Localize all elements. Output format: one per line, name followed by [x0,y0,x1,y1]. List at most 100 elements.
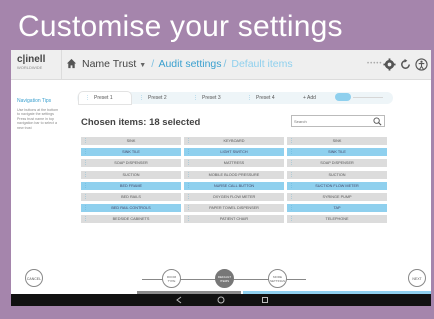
item-cell[interactable]: ⋮ LIGHT SWITCH [184,148,284,157]
refresh-icon[interactable] [399,58,412,71]
drag-handle-icon[interactable]: ⋮ [83,193,88,201]
item-label: SINK TILE [328,150,346,155]
item-label: PATIENT CHAIR [219,217,249,222]
recent-apps-icon[interactable] [261,296,269,304]
drag-handle-icon[interactable]: ⋮ [83,137,88,145]
item-cell[interactable]: ⋮ TAP [287,204,387,213]
drag-handle-icon[interactable]: ⋮ [85,95,90,101]
item-cell[interactable]: ⋮ SYRINGE PUMP [287,193,387,201]
item-cell[interactable]: ⋮ PAPER TOWEL DISPENSER [184,204,284,213]
item-cell[interactable]: ⋮ BED RAIL CONTROLS [81,204,181,213]
item-label: SYRINGE PUMP [322,195,352,199]
home-icon[interactable] [66,58,77,69]
item-cell[interactable]: ⋮ MATTRESS [184,159,284,168]
trust-selector[interactable]: Name Trust [82,58,136,70]
drag-handle-icon[interactable]: ⋮ [247,95,252,101]
item-cell[interactable]: ⋮ BED RAILS [81,193,181,201]
item-label: SINK [332,139,342,143]
tab-preset-3[interactable]: ⋮ Preset 3 [187,92,239,104]
item-label: OXYGEN FLOW METER [212,195,256,199]
item-cell[interactable]: ⋮ KEYBOARD [184,137,284,145]
item-label: SUCTION [328,172,346,177]
drag-handle-icon[interactable]: ⋮ [186,148,191,156]
search-input[interactable] [294,117,372,126]
drag-handle-icon[interactable]: ⋮ [289,204,294,212]
item-cell[interactable]: ⋮ SOAP DISPENSER [287,159,387,168]
next-button[interactable]: NEXT [408,269,426,287]
item-cell[interactable]: ⋮ SUCTION FLOW METER [287,181,387,190]
item-cell[interactable]: ⋮ BED FRAME [81,181,181,190]
item-cell[interactable]: ⋮ SINK TILE [287,148,387,157]
logo: c|inell WORLDWIDE [17,54,55,76]
item-cell[interactable]: ⋮ TELEPHONE [287,215,387,224]
navigation-tips-heading: Navigation Tips [17,98,52,104]
step-more-settings[interactable]: MORE SETTINGS [268,269,287,288]
drag-handle-icon[interactable]: ⋮ [139,95,144,101]
drag-handle-icon[interactable]: ⋮ [193,95,198,101]
drag-handle-icon[interactable]: ⋮ [186,182,191,190]
item-cell[interactable]: ⋮ SINK [287,137,387,145]
back-icon[interactable] [175,296,183,304]
top-navigation-bar: c|inell WORLDWIDE Name Trust ▼ / Audit set… [11,50,431,80]
home-button-icon[interactable] [217,296,225,304]
preset-tabs: ⋮ Preset 1 ⋮ Preset 2 ⋮ Preset 3 ⋮ Preset 4 … [77,92,393,104]
drag-handle-icon[interactable]: ⋮ [83,148,88,156]
drag-handle-icon[interactable]: ⋮ [186,159,191,167]
breadcrumb-audit-settings[interactable]: Audit settings [158,58,221,70]
tab-preset-1[interactable]: ⋮ Preset 1 [79,92,131,104]
drag-handle-icon[interactable]: ⋮ [83,204,88,212]
tab-preset-4[interactable]: ⋮ Preset 4 [241,92,293,104]
item-cell[interactable]: ⋮ OXYGEN FLOW METER [184,193,284,201]
item-label: MOBILE BLOOD PRESSURE [208,172,260,177]
page-title: Customise your settings [18,10,343,43]
search-icon[interactable] [373,117,382,126]
accessibility-icon[interactable] [415,58,428,71]
item-cell[interactable]: ⋮ BEDSIDE CABINETS [81,215,181,224]
status-indicator: ••••• [367,61,383,67]
drag-handle-icon[interactable]: ⋮ [289,137,294,145]
item-cell[interactable]: ⋮ PATIENT CHAIR [184,215,284,224]
item-cell[interactable]: ⋮ SUCTION [81,170,181,179]
tab-preset-2[interactable]: ⋮ Preset 2 [133,92,185,104]
item-label: SOAP DISPENSER [114,161,148,166]
drag-handle-icon[interactable]: ⋮ [83,159,88,167]
drag-handle-icon[interactable]: ⋮ [186,137,191,145]
item-cell[interactable]: ⋮ SINK [81,137,181,145]
drag-handle-icon[interactable]: ⋮ [289,193,294,201]
system-nav-bar [11,294,431,306]
drag-handle-icon[interactable]: ⋮ [289,171,294,179]
step-default-items[interactable]: DEFAULT ITEMS [215,269,234,288]
drag-handle-icon[interactable]: ⋮ [289,215,294,223]
settings-gear-icon[interactable] [383,58,396,71]
drag-handle-icon[interactable]: ⋮ [186,204,191,212]
page-frame: Customise your settings c|inell WORLDWID… [0,0,434,319]
tab-add-preset[interactable]: + Add [297,92,331,104]
drag-handle-icon[interactable]: ⋮ [186,171,191,179]
breadcrumb: Name Trust ▼ / Audit settings / Default ite… [82,58,293,70]
cancel-button[interactable]: CANCEL [25,269,43,287]
item-cell[interactable]: ⋮ SUCTION [287,170,387,179]
preset-toggle[interactable] [335,93,351,101]
drag-handle-icon[interactable]: ⋮ [83,171,88,179]
drag-handle-icon[interactable]: ⋮ [186,215,191,223]
drag-handle-icon[interactable]: ⋮ [186,193,191,201]
drag-handle-icon[interactable]: ⋮ [83,182,88,190]
breadcrumb-separator: / [151,58,155,70]
drag-handle-icon[interactable]: ⋮ [289,182,294,190]
drag-handle-icon[interactable]: ⋮ [83,215,88,223]
search-box[interactable] [291,115,385,127]
item-label: SOAP DISPENSER [320,161,354,166]
item-cell[interactable]: ⋮ SINK TILE [81,148,181,157]
chevron-down-icon[interactable]: ▼ [139,62,146,69]
item-cell[interactable]: ⋮ SOAP DISPENSER [81,159,181,168]
drag-handle-icon[interactable]: ⋮ [289,159,294,167]
item-label: SUCTION FLOW METER [315,183,359,188]
logo-subtext: WORLDWIDE [17,65,43,70]
chosen-items-count: Chosen items: 18 selected [81,117,201,128]
item-label: PAPER TOWEL DISPENSER [209,206,259,211]
item-cell[interactable]: ⋮ MOBILE BLOOD PRESSURE [184,170,284,179]
item-label: MATTRESS [223,161,245,166]
item-cell[interactable]: ⋮ NURSE CALL BUTTON [184,181,284,190]
step-room-type[interactable]: ROOM TYPE [162,269,181,288]
drag-handle-icon[interactable]: ⋮ [289,148,294,156]
